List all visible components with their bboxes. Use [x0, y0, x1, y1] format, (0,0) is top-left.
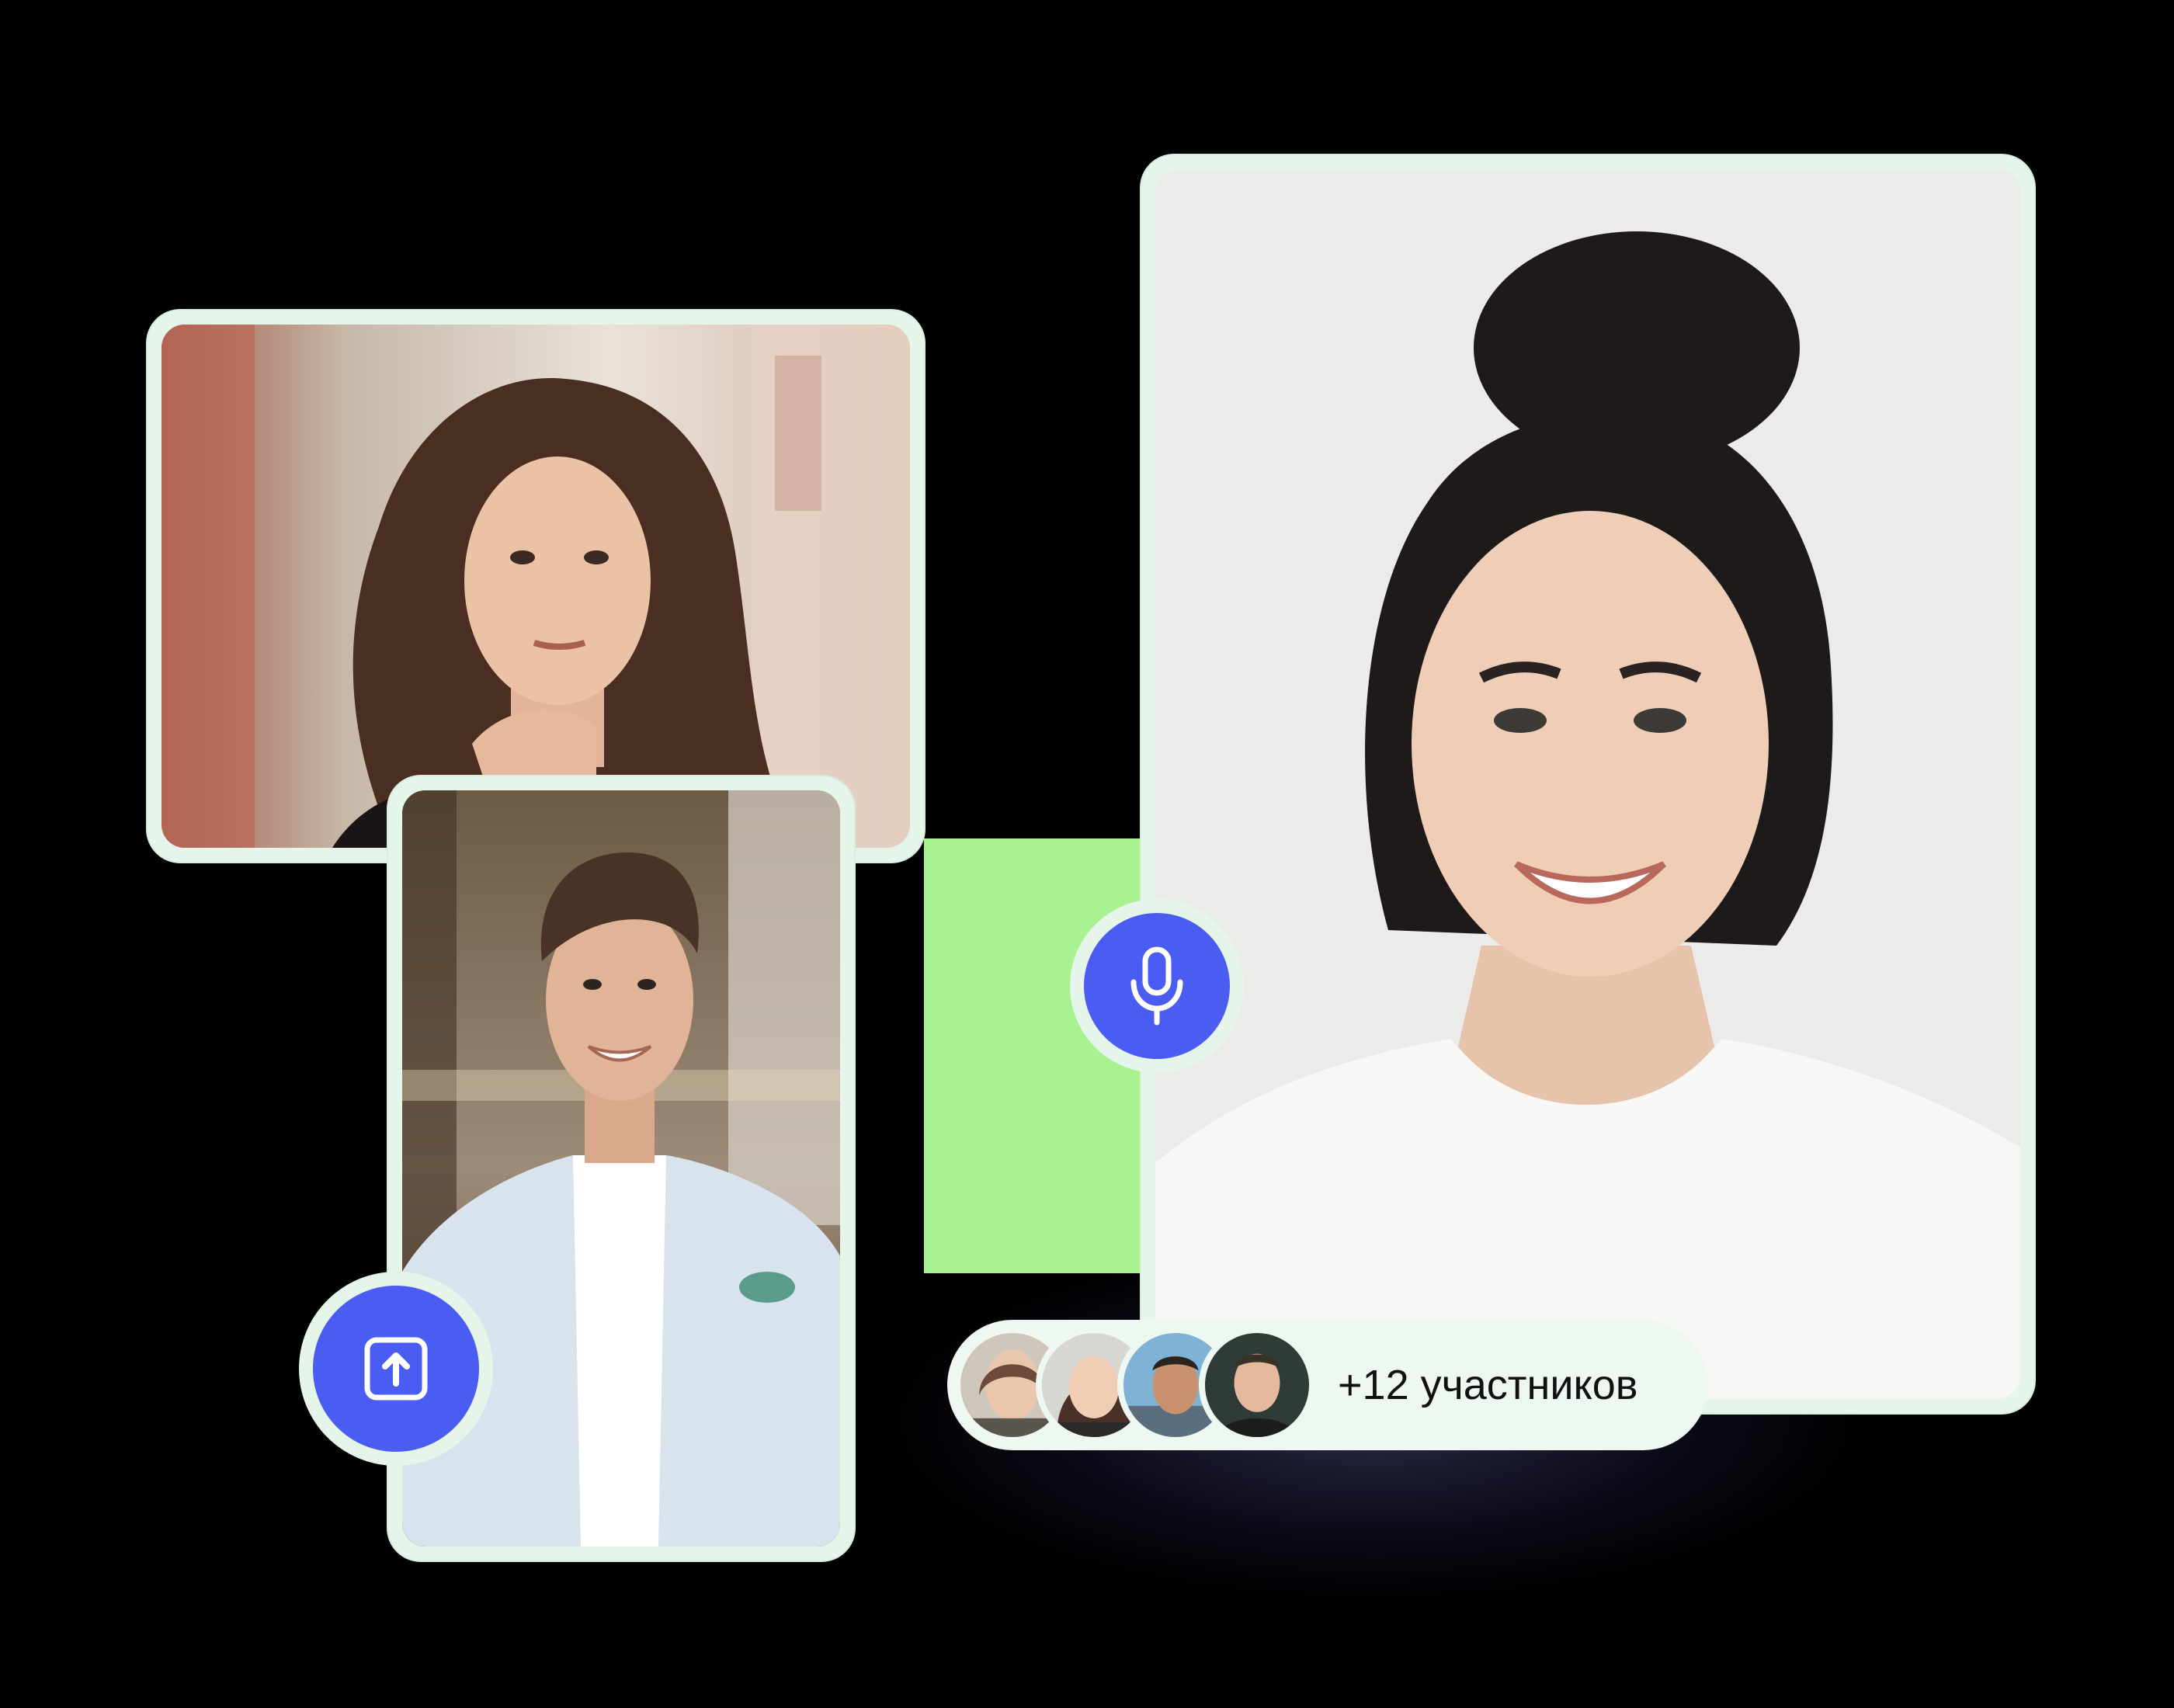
participants-avatars [954, 1327, 1327, 1443]
microphone-button[interactable] [1070, 899, 1244, 1073]
share-screen-icon [364, 1337, 428, 1401]
video-tile-active-speaker[interactable] [1141, 155, 2034, 1413]
share-screen-button[interactable] [299, 1272, 493, 1466]
participants-count-label: +12 участников [1338, 1362, 1638, 1408]
video-feed-active [1155, 169, 2020, 1399]
video-call-canvas: +12 участников [0, 0, 2174, 1708]
microphone-button-inner [1084, 913, 1230, 1059]
video-feed-1 [161, 325, 910, 848]
participants-pill[interactable]: +12 участников [947, 1320, 1708, 1450]
microphone-icon [1130, 946, 1183, 1026]
share-screen-button-inner [313, 1286, 479, 1452]
participant-avatar-4 [1199, 1327, 1315, 1443]
